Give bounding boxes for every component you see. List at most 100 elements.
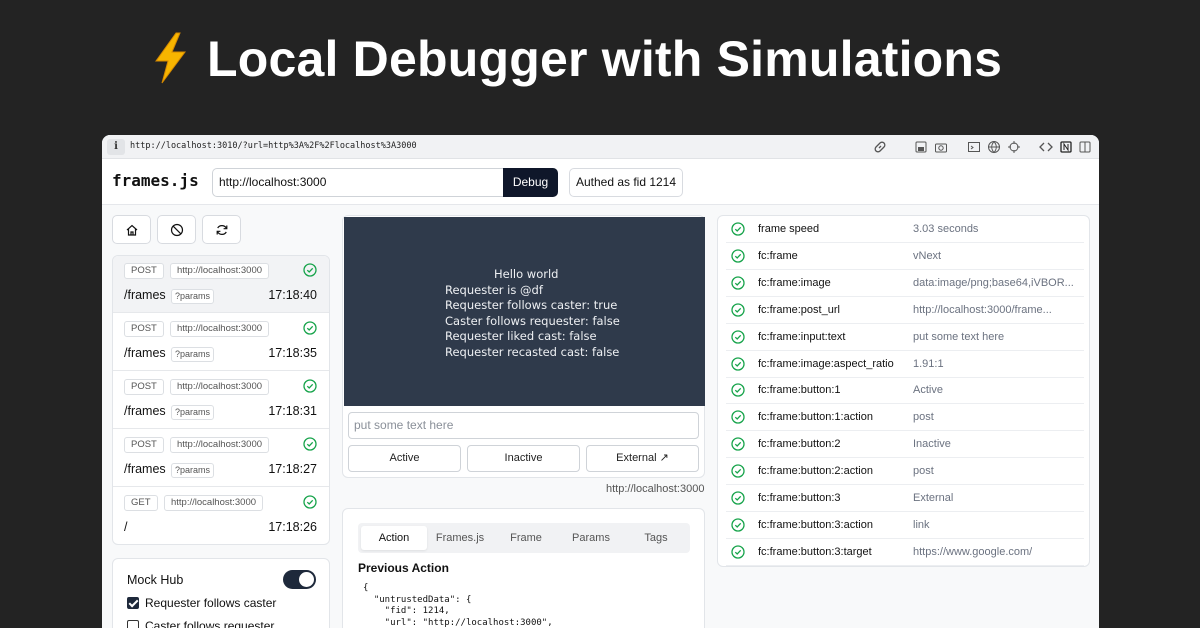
request-time: 17:18:40 bbox=[268, 288, 317, 302]
lightning-bolt-icon bbox=[155, 32, 186, 84]
clear-button[interactable] bbox=[157, 215, 196, 244]
camera-icon[interactable] bbox=[934, 140, 948, 154]
request-history-list: POST http://localhost:3000 /frames ?para… bbox=[112, 255, 330, 545]
params-badge: ?params bbox=[171, 289, 215, 304]
checkbox[interactable] bbox=[127, 597, 139, 609]
frame-line: Requester follows caster: true bbox=[445, 298, 618, 312]
check-circle-icon bbox=[731, 437, 745, 451]
mock-hub-label: Mock Hub bbox=[127, 573, 184, 587]
tab-bar: Action Frames.js Frame Params Tags bbox=[358, 523, 690, 553]
check-circle-icon bbox=[731, 491, 745, 505]
check-circle-icon bbox=[731, 276, 745, 290]
params-badge: ?params bbox=[171, 405, 215, 420]
tab-tags[interactable]: Tags bbox=[623, 526, 689, 550]
property-row: fc:frame:button:3 External bbox=[726, 485, 1084, 512]
code-icon[interactable] bbox=[1039, 140, 1053, 154]
property-key: fc:frame:input:text bbox=[758, 330, 846, 343]
check-circle-icon bbox=[303, 437, 317, 451]
home-button[interactable] bbox=[112, 215, 151, 244]
check-circle-icon bbox=[731, 303, 745, 317]
address-url[interactable]: http://localhost:3010/?url=http%3A%2F%2F… bbox=[130, 141, 417, 151]
tab-params[interactable]: Params bbox=[558, 526, 624, 550]
browser-window: i http://localhost:3010/?url=http%3A%2F%… bbox=[102, 135, 1099, 628]
property-value: 1.91:1 bbox=[913, 357, 944, 370]
check-circle-icon bbox=[731, 383, 745, 398]
method-badge: GET bbox=[124, 495, 158, 511]
property-key: fc:frame bbox=[758, 249, 798, 262]
request-item[interactable]: POST http://localhost:3000 /frames ?para… bbox=[113, 314, 329, 371]
request-path: /frames bbox=[124, 404, 166, 418]
property-row: fc:frame:image:aspect_ratio 1.91:1 bbox=[726, 351, 1084, 378]
tab-frame[interactable]: Frame bbox=[493, 526, 559, 550]
property-key: fc:frame:image:aspect_ratio bbox=[758, 357, 894, 370]
option-label: Requester follows caster bbox=[145, 596, 277, 610]
frame-image-text: Hello world Requester is @df Requester f… bbox=[445, 267, 620, 360]
frame-url-input[interactable]: http://localhost:3000 bbox=[212, 168, 504, 197]
property-row: fc:frame vNext bbox=[726, 243, 1084, 270]
property-value: http://localhost:3000/frame... bbox=[913, 303, 1052, 316]
notion-icon[interactable] bbox=[1059, 140, 1073, 154]
app-logo: frames.js bbox=[112, 171, 199, 190]
property-row: fc:frame:button:2 Inactive bbox=[726, 431, 1084, 459]
url-badge: http://localhost:3000 bbox=[170, 263, 270, 279]
property-row: fc:frame:post_url http://localhost:3000/f… bbox=[726, 297, 1084, 324]
link-icon[interactable] bbox=[873, 140, 887, 154]
request-time: 17:18:26 bbox=[268, 520, 317, 534]
frame-line: Requester liked cast: false bbox=[445, 329, 597, 343]
debug-tabs-panel: Action Frames.js Frame Params Tags Previ… bbox=[342, 508, 705, 628]
save-icon[interactable] bbox=[914, 140, 928, 154]
url-badge: http://localhost:3000 bbox=[170, 437, 270, 453]
params-badge: ?params bbox=[171, 463, 215, 478]
frame-button-external[interactable]: External ↗ bbox=[586, 445, 699, 472]
property-key: fc:frame:button:3 bbox=[758, 492, 841, 504]
frame-properties-table: frame speed 3.03 seconds fc:frame vNext fc:f… bbox=[717, 215, 1090, 567]
property-key: fc:frame:button:3:action bbox=[758, 518, 873, 531]
mock-hub-panel: Mock Hub Requester follows caster Caster… bbox=[112, 558, 330, 628]
request-time: 17:18:27 bbox=[268, 462, 317, 476]
check-circle-icon bbox=[731, 222, 745, 236]
method-badge: POST bbox=[124, 321, 164, 337]
site-info-icon[interactable]: i bbox=[107, 139, 125, 155]
property-row: fc:frame:button:2:action post bbox=[726, 458, 1084, 486]
home-icon bbox=[126, 224, 138, 236]
globe-icon[interactable] bbox=[987, 140, 1001, 154]
property-row: fc:frame:button:1:action post bbox=[726, 404, 1084, 432]
check-circle-icon bbox=[303, 263, 317, 277]
request-item[interactable]: POST http://localhost:3000 /frames ?para… bbox=[113, 430, 329, 487]
check-circle-icon bbox=[731, 545, 745, 559]
refresh-button[interactable] bbox=[202, 215, 241, 244]
check-circle-icon bbox=[731, 410, 745, 424]
tab-framesjs[interactable]: Frames.js bbox=[427, 526, 493, 550]
request-item[interactable]: POST http://localhost:3000 /frames ?para… bbox=[113, 256, 329, 313]
property-value: link bbox=[913, 518, 930, 531]
frame-button-inactive[interactable]: Inactive bbox=[467, 445, 580, 472]
property-value: post bbox=[913, 411, 934, 424]
checkbox[interactable] bbox=[127, 620, 139, 628]
method-badge: POST bbox=[124, 437, 164, 453]
request-item[interactable]: POST http://localhost:3000 /frames ?para… bbox=[113, 372, 329, 429]
request-path: / bbox=[124, 520, 128, 534]
crosshair-icon[interactable] bbox=[1007, 140, 1021, 154]
refresh-icon bbox=[216, 225, 228, 235]
hero-banner: Local Debugger with Simulations bbox=[0, 28, 1200, 88]
property-value: 3.03 seconds bbox=[913, 223, 979, 235]
terminal-icon[interactable] bbox=[967, 140, 981, 154]
url-badge: http://localhost:3000 bbox=[170, 379, 270, 395]
mock-hub-toggle[interactable] bbox=[283, 570, 316, 589]
frame-line: Requester is @df bbox=[445, 282, 543, 297]
frame-line: Caster follows requester: false bbox=[445, 313, 620, 328]
property-key: fc:frame:button:3:target bbox=[758, 545, 872, 558]
params-badge: ?params bbox=[171, 347, 215, 362]
debug-button[interactable]: Debug bbox=[503, 168, 558, 197]
property-value: Active bbox=[913, 384, 943, 397]
property-row: fc:frame:button:3:target https://www.goog… bbox=[726, 539, 1084, 566]
property-row: frame speed 3.03 seconds bbox=[726, 216, 1084, 243]
frame-button-active[interactable]: Active bbox=[348, 445, 461, 472]
property-key: fc:frame:image bbox=[758, 276, 831, 289]
sidebar-icon[interactable] bbox=[1078, 140, 1092, 154]
frame-text-input[interactable]: put some text here bbox=[348, 412, 699, 439]
request-item[interactable]: GET http://localhost:3000 / 17:18:26 bbox=[113, 488, 329, 544]
tab-action[interactable]: Action bbox=[361, 526, 427, 550]
authed-fid-button[interactable]: Authed as fid 1214 bbox=[569, 168, 683, 197]
property-row: fc:frame:button:1 Active bbox=[726, 377, 1084, 405]
